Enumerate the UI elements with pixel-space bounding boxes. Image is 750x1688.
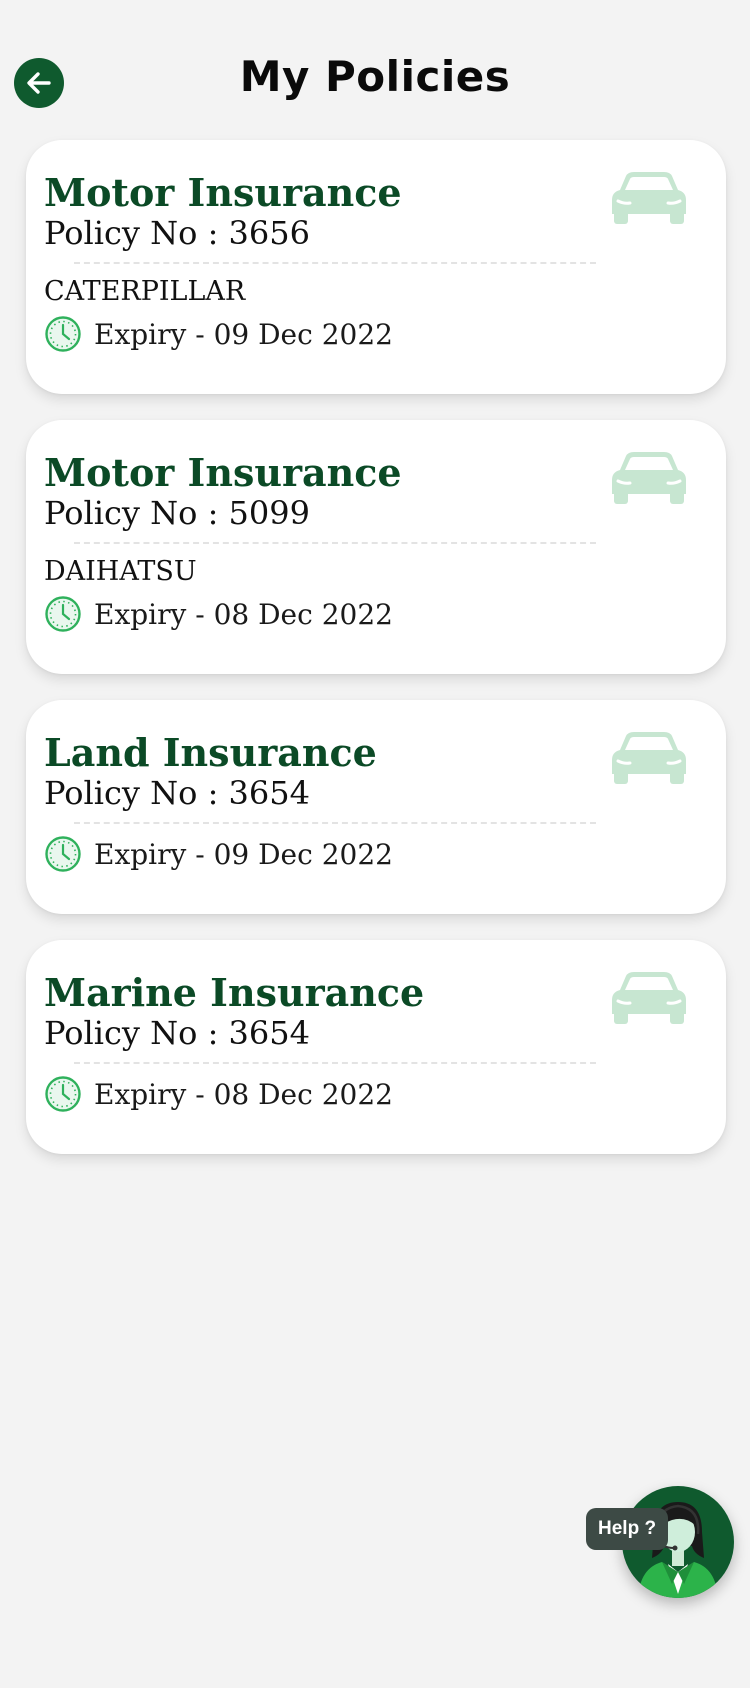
divider: [74, 1062, 596, 1064]
expiry-row: Expiry - 09 Dec 2022: [44, 835, 393, 873]
policy-card[interactable]: Marine Insurance Policy No : 3654 Expiry…: [26, 940, 726, 1154]
car-icon: [612, 972, 686, 1024]
vehicle-name: CATERPILLAR: [44, 276, 246, 307]
expiry-date: Expiry - 09 Dec 2022: [94, 837, 393, 871]
policy-type: Motor Insurance: [44, 450, 402, 495]
my-policies-screen: My Policies Motor Insurance Policy No : …: [0, 0, 750, 1688]
divider: [74, 542, 596, 544]
divider: [74, 262, 596, 264]
expiry-date: Expiry - 08 Dec 2022: [94, 1077, 393, 1111]
expiry-date: Expiry - 09 Dec 2022: [94, 317, 393, 351]
clock-icon: [45, 1076, 81, 1112]
expiry-row: Expiry - 09 Dec 2022: [44, 315, 393, 353]
expiry-row: Expiry - 08 Dec 2022: [44, 1075, 393, 1113]
help-label[interactable]: Help ?: [586, 1508, 669, 1550]
clock-icon: [45, 596, 81, 632]
clock-icon: [45, 836, 81, 872]
policy-number: Policy No : 3654: [44, 774, 310, 812]
car-icon: [612, 452, 686, 504]
policy-number: Policy No : 3656: [44, 214, 310, 252]
policy-type: Marine Insurance: [44, 970, 425, 1015]
clock-icon: [45, 316, 81, 352]
policy-list: Motor Insurance Policy No : 3656 CATERPI…: [26, 140, 726, 1180]
expiry-date: Expiry - 08 Dec 2022: [94, 597, 393, 631]
policy-number: Policy No : 5099: [44, 494, 310, 532]
help-widget[interactable]: Help ?: [586, 1486, 736, 1600]
policy-card[interactable]: Motor Insurance Policy No : 3656 CATERPI…: [26, 140, 726, 394]
page-title: My Policies: [239, 52, 511, 101]
divider: [74, 822, 596, 824]
policy-type: Land Insurance: [44, 730, 377, 775]
policy-type: Motor Insurance: [44, 170, 402, 215]
header: My Policies: [0, 0, 750, 140]
policy-number: Policy No : 3654: [44, 1014, 310, 1052]
policy-card[interactable]: Land Insurance Policy No : 3654 Expiry -…: [26, 700, 726, 914]
vehicle-name: DAIHATSU: [44, 556, 197, 587]
car-icon: [612, 172, 686, 224]
car-icon: [612, 732, 686, 784]
policy-card[interactable]: Motor Insurance Policy No : 5099 DAIHATS…: [26, 420, 726, 674]
expiry-row: Expiry - 08 Dec 2022: [44, 595, 393, 633]
